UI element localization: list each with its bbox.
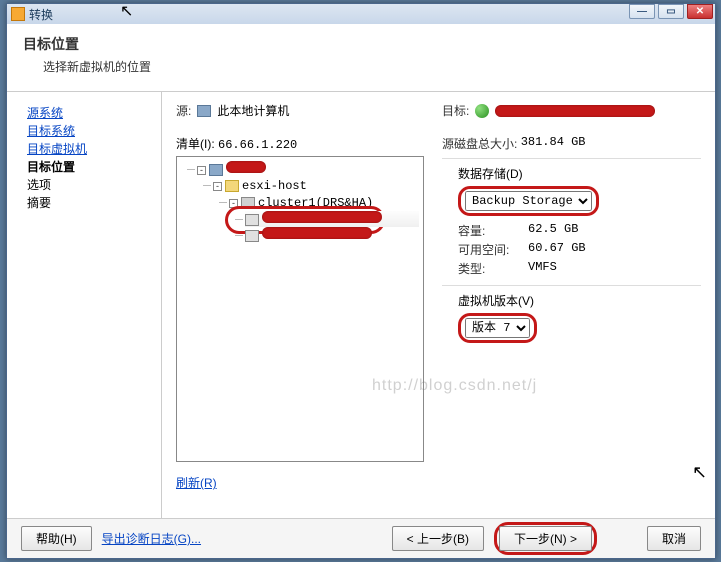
source-value: 此本地计算机 xyxy=(217,102,289,119)
tree-host-selected[interactable] xyxy=(245,211,419,227)
step-target-location: 目标位置 xyxy=(27,158,149,176)
capacity-value: 62.5 GB xyxy=(528,222,578,239)
target-label: 目标: xyxy=(442,102,469,119)
free-label: 可用空间: xyxy=(458,241,528,258)
tree-host[interactable] xyxy=(245,227,419,243)
folder-label: esxi-host xyxy=(242,179,307,193)
host-node-icon xyxy=(245,230,259,242)
capacity-label: 容量: xyxy=(458,222,528,239)
converter-window: 转换 — ▭ ✕ ↖ 目标位置 选择新虚拟机的位置 源系统 目标系统 目标虚拟机… xyxy=(6,3,716,559)
tree-root[interactable]: - -esxi-host -cluster1(DRS&HA) xyxy=(197,161,419,243)
inventory-label: 清单(I): xyxy=(176,137,215,151)
globe-icon xyxy=(475,104,489,118)
folder-icon xyxy=(225,180,239,192)
wizard-footer: 帮助(H) 导出诊断日志(G)... < 上一步(B) 下一步(N) > 取消 xyxy=(7,518,715,558)
export-log-link[interactable]: 导出诊断日志(G)... xyxy=(102,530,201,547)
app-icon xyxy=(11,7,25,21)
step-source-system[interactable]: 源系统 xyxy=(27,104,149,122)
cancel-button[interactable]: 取消 xyxy=(647,526,701,551)
highlight-ring: 下一步(N) > xyxy=(494,522,597,555)
main-panel: 源: 此本地计算机 清单(I): 66.66.1.220 - -esxi-hos… xyxy=(162,92,715,558)
host-icon xyxy=(197,105,211,117)
close-button[interactable]: ✕ xyxy=(687,4,713,19)
highlight-ring: 版本 7 xyxy=(458,313,537,343)
redacted-text xyxy=(262,211,382,223)
vmversion-select[interactable]: 版本 7 xyxy=(465,318,530,338)
redacted-text xyxy=(495,105,655,117)
step-summary: 摘要 xyxy=(27,194,149,212)
type-label: 类型: xyxy=(458,260,528,277)
host-node-icon xyxy=(245,214,259,226)
tree-folder[interactable]: -esxi-host -cluster1(DRS&HA) xyxy=(213,177,419,243)
step-target-vm[interactable]: 目标虚拟机 xyxy=(27,140,149,158)
page-title: 目标位置 xyxy=(23,34,699,54)
total-disk-label: 源磁盘总大小: xyxy=(442,135,517,152)
tree-cluster[interactable]: -cluster1(DRS&HA) xyxy=(229,194,419,243)
type-value: VMFS xyxy=(528,260,557,277)
next-button[interactable]: 下一步(N) > xyxy=(499,526,592,551)
step-options: 选项 xyxy=(27,176,149,194)
datastore-label: 数据存储(D) xyxy=(458,165,701,182)
source-label: 源: xyxy=(176,102,191,119)
highlight-ring: Backup Storage xyxy=(458,186,599,216)
maximize-button[interactable]: ▭ xyxy=(658,4,684,19)
datastore-select[interactable]: Backup Storage xyxy=(465,191,592,211)
page-subtitle: 选择新虚拟机的位置 xyxy=(43,58,699,75)
wizard-steps: 源系统 目标系统 目标虚拟机 目标位置 选项 摘要 xyxy=(7,92,162,558)
vmversion-label: 虚拟机版本(V) xyxy=(458,292,701,309)
refresh-link[interactable]: 刷新(R) xyxy=(176,476,217,490)
wizard-header: 目标位置 选择新虚拟机的位置 xyxy=(7,24,715,92)
window-title: 转换 xyxy=(29,6,53,23)
help-button[interactable]: 帮助(H) xyxy=(21,526,92,551)
back-button[interactable]: < 上一步(B) xyxy=(392,526,484,551)
inventory-ip: 66.66.1.220 xyxy=(218,138,297,152)
cursor-icon: ↖ xyxy=(120,1,133,21)
free-value: 60.67 GB xyxy=(528,241,586,258)
redacted-text xyxy=(226,161,266,173)
titlebar[interactable]: 转换 — ▭ ✕ ↖ xyxy=(7,4,715,24)
datacenter-icon xyxy=(209,164,223,176)
minimize-button[interactable]: — xyxy=(629,4,655,19)
inventory-tree[interactable]: - -esxi-host -cluster1(DRS&HA) xyxy=(176,156,424,462)
total-disk-value: 381.84 GB xyxy=(521,135,586,152)
step-target-system[interactable]: 目标系统 xyxy=(27,122,149,140)
redacted-text xyxy=(262,227,372,239)
